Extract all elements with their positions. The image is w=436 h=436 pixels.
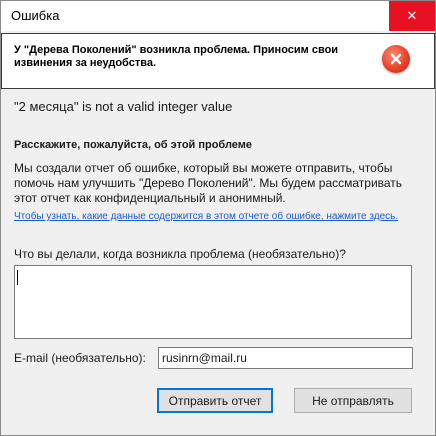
email-label: E-mail (необязательно): bbox=[14, 351, 146, 365]
dont-send-button[interactable]: Не отправлять bbox=[294, 388, 412, 413]
header-message: У "Дерева Поколений" возникла проблема. … bbox=[14, 44, 339, 69]
error-icon bbox=[382, 45, 410, 73]
title-bar[interactable]: Ошибка ✕ bbox=[1, 1, 435, 31]
text-caret bbox=[17, 270, 18, 285]
error-message: "2 месяца" is not a valid integer value bbox=[14, 99, 233, 114]
email-field[interactable]: rusinrn@mail.ru bbox=[158, 347, 413, 369]
report-details-link[interactable]: Чтобы узнать, какие данные содержится в … bbox=[14, 211, 414, 223]
close-icon: ✕ bbox=[406, 8, 418, 23]
error-header: У "Дерева Поколений" возникла проблема. … bbox=[1, 33, 435, 89]
report-section-title: Расскажите, пожалуйста, об этой проблеме bbox=[14, 139, 253, 151]
close-button[interactable]: ✕ bbox=[389, 1, 435, 31]
question-label: Что вы делали, когда возникла проблема (… bbox=[14, 247, 346, 261]
error-dialog: Ошибка ✕ У "Дерева Поколений" возникла п… bbox=[0, 0, 436, 436]
report-description: Мы создали отчет об ошибке, который вы м… bbox=[14, 161, 403, 205]
problem-description-textarea[interactable] bbox=[14, 265, 412, 339]
window-title: Ошибка bbox=[11, 8, 60, 23]
send-report-button[interactable]: Отправить отчет bbox=[157, 388, 273, 413]
